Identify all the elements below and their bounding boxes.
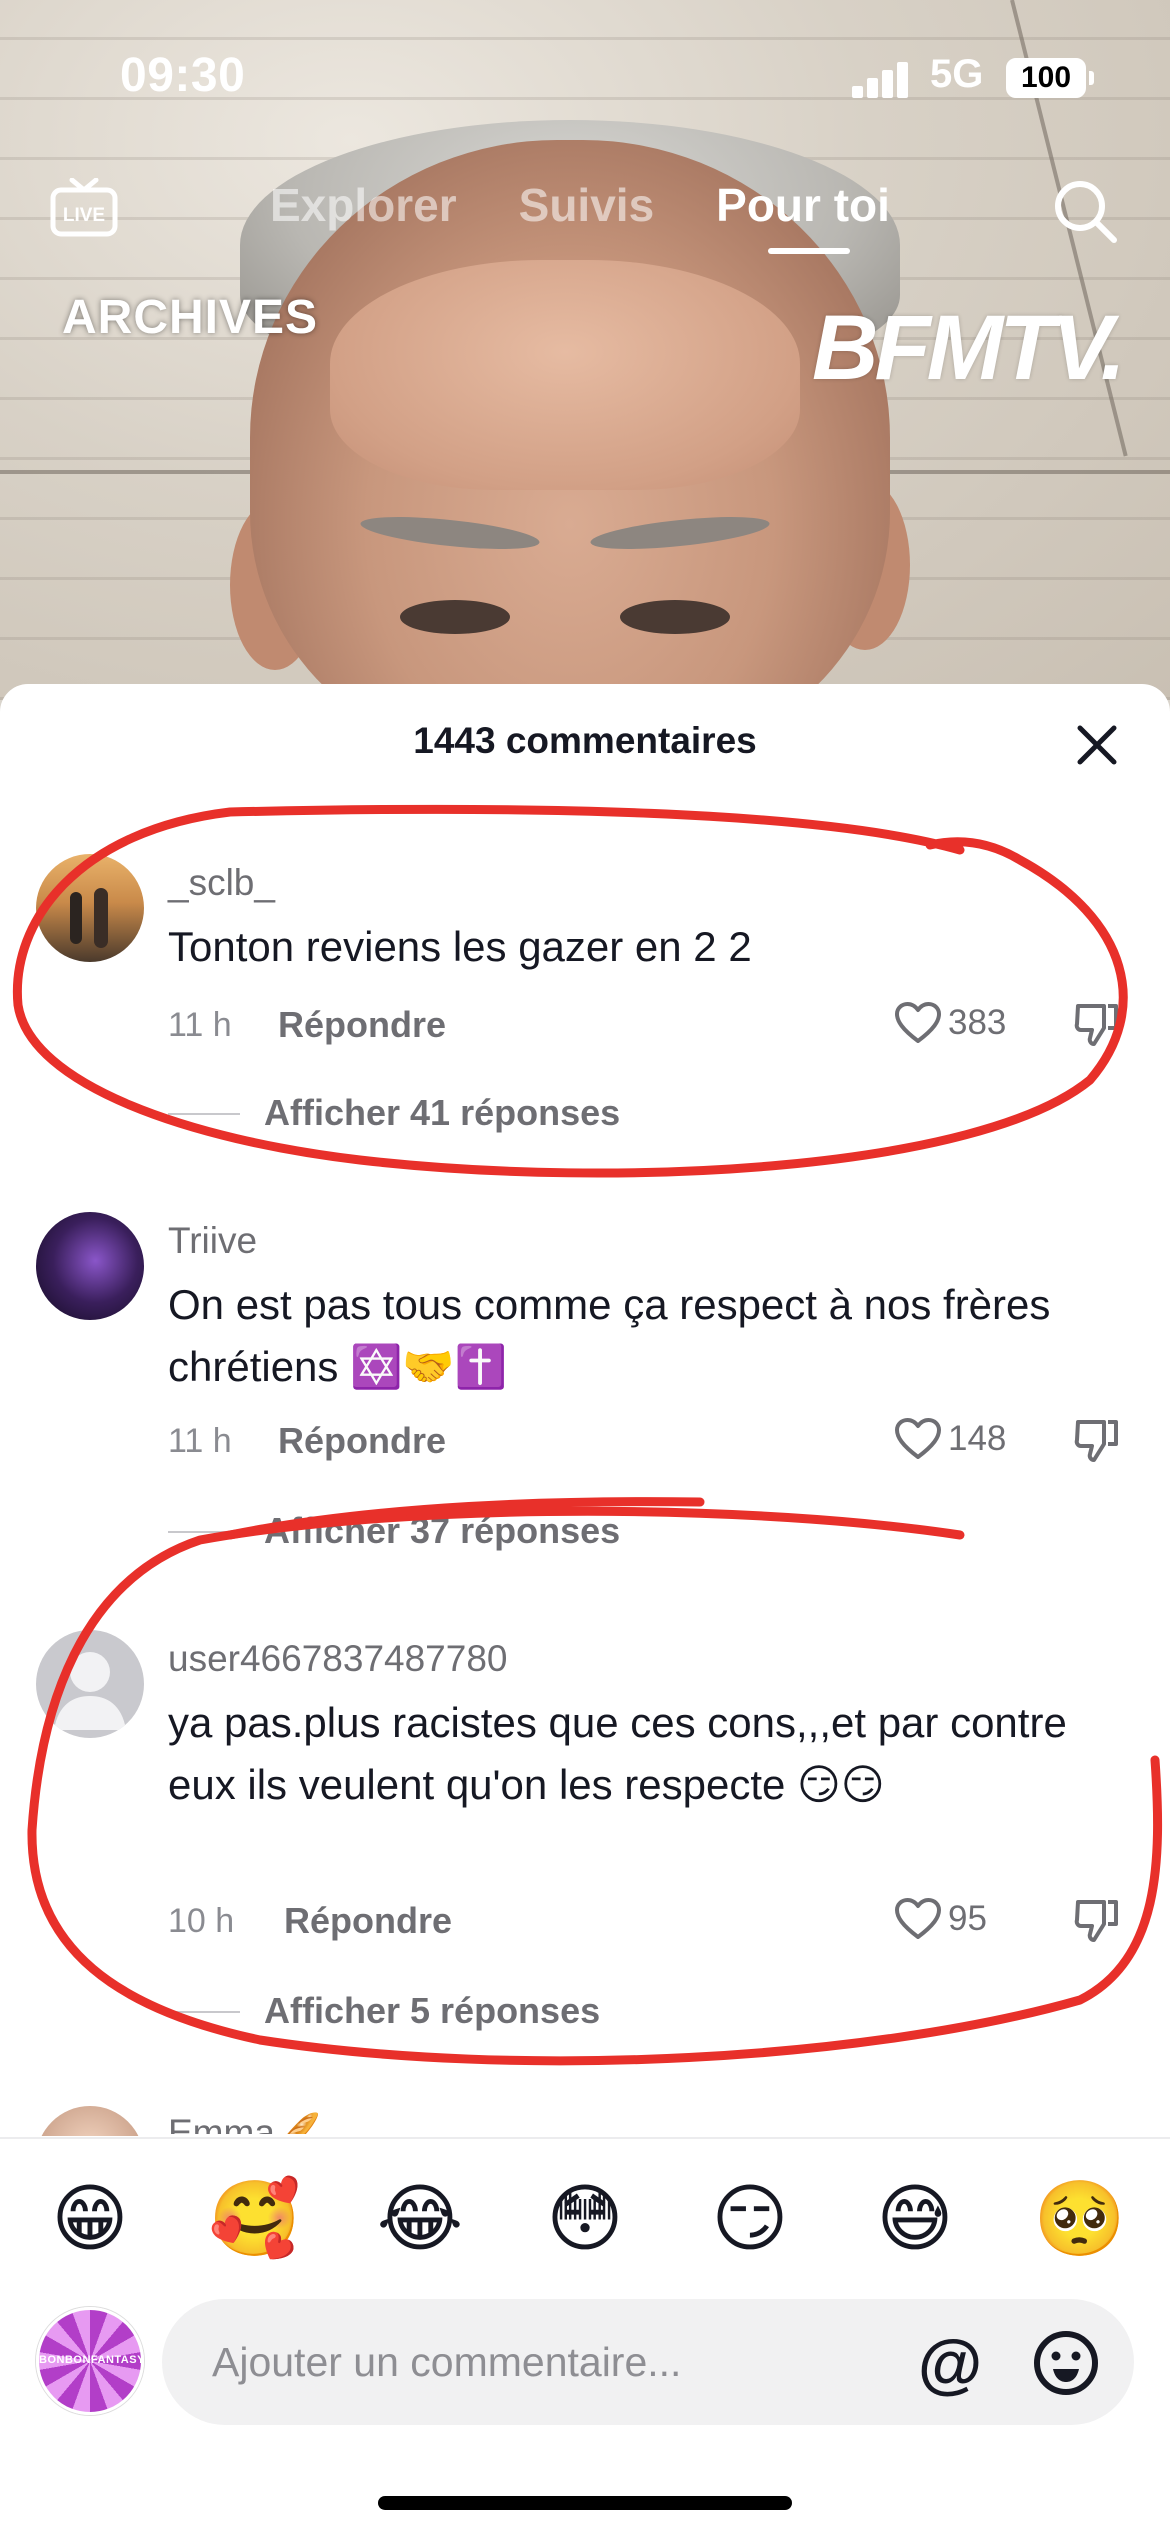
view-replies-button[interactable]: Afficher 41 réponses bbox=[168, 1092, 620, 1134]
face-eye bbox=[620, 600, 730, 634]
quick-emoji-button[interactable]: 😳 bbox=[535, 2169, 635, 2269]
avatar[interactable] bbox=[36, 854, 144, 962]
dislike-icon[interactable] bbox=[1072, 1896, 1120, 1944]
like-count: 148 bbox=[948, 1419, 1007, 1458]
quick-emoji-button[interactable]: 🥰 bbox=[205, 2169, 305, 2269]
quick-emoji-button[interactable]: 😏 bbox=[700, 2169, 800, 2269]
comment-username[interactable]: Emma🥖 bbox=[168, 2112, 321, 2134]
quick-emoji-bar: 😁 🥰 😂 😳 😏 😅 🥺 bbox=[40, 2169, 1130, 2269]
comment-time: 11 h bbox=[168, 1422, 232, 1460]
default-user-icon bbox=[54, 1652, 126, 1730]
channel-logo: BFMTV. bbox=[812, 297, 1126, 399]
like-button[interactable]: 95 bbox=[894, 1894, 987, 1944]
network-type: 5G bbox=[930, 52, 984, 96]
view-replies-label: Afficher 41 réponses bbox=[264, 1092, 621, 1133]
reply-button[interactable]: Répondre bbox=[278, 1420, 446, 1462]
quick-emoji-button[interactable]: 😂 bbox=[370, 2169, 470, 2269]
like-button[interactable]: 383 bbox=[894, 998, 1006, 1048]
quick-emoji-button[interactable]: 😅 bbox=[865, 2169, 965, 2269]
comment-username[interactable]: _sclb_ bbox=[168, 862, 275, 904]
reply-button[interactable]: Répondre bbox=[278, 1004, 446, 1046]
view-replies-label: Afficher 37 réponses bbox=[264, 1510, 621, 1551]
heart-icon bbox=[895, 1898, 941, 1939]
tab-for-you[interactable]: Pour toi bbox=[716, 178, 890, 254]
like-count: 383 bbox=[948, 1003, 1007, 1042]
comment-input[interactable] bbox=[212, 2299, 892, 2425]
feed-tabs: Explorer Suivis Pour toi bbox=[270, 178, 890, 254]
heart-icon bbox=[895, 1418, 941, 1459]
mention-button[interactable]: @ bbox=[914, 2327, 986, 2399]
battery-tip bbox=[1089, 71, 1094, 85]
comment-text: Tonton reviens les gazer en 2 2 bbox=[168, 923, 752, 970]
dislike-icon[interactable] bbox=[1072, 1000, 1120, 1048]
close-icon[interactable] bbox=[1072, 720, 1122, 770]
comment-text: ya pas.plus racistes que ces cons,,,et p… bbox=[168, 1699, 1067, 1808]
avatar[interactable] bbox=[36, 2106, 144, 2136]
face-eye bbox=[400, 600, 510, 634]
live-tv-icon[interactable]: LIVE bbox=[50, 177, 118, 238]
comment-time: 11 h bbox=[168, 1006, 232, 1044]
heart-icon bbox=[895, 1002, 941, 1043]
status-time: 09:30 bbox=[120, 49, 246, 102]
comment-text: On est pas tous comme ça respect à nos f… bbox=[168, 1281, 1051, 1390]
comment-username[interactable]: Triive bbox=[168, 1220, 257, 1262]
avatar[interactable] bbox=[36, 1630, 144, 1738]
comment-composer: 😁 🥰 😂 😳 😏 😅 🥺 BONBONFANTASY @ bbox=[0, 2137, 1170, 2532]
my-avatar[interactable]: BONBONFANTASY bbox=[36, 2307, 144, 2415]
quick-emoji-button[interactable]: 😁 bbox=[40, 2169, 140, 2269]
view-replies-label: Afficher 5 réponses bbox=[264, 1990, 601, 2031]
comment-username[interactable]: user4667837487780 bbox=[168, 1638, 508, 1680]
search-icon[interactable] bbox=[1052, 178, 1118, 244]
emoji-picker-icon[interactable] bbox=[1032, 2329, 1100, 2397]
like-count: 95 bbox=[948, 1899, 987, 1938]
view-replies-button[interactable]: Afficher 37 réponses bbox=[168, 1510, 620, 1552]
view-replies-button[interactable]: Afficher 5 réponses bbox=[168, 1990, 600, 2032]
my-avatar-label: BONBONFANTASY bbox=[39, 2354, 145, 2366]
cellular-signal-icon bbox=[852, 60, 912, 98]
comment-time: 10 h bbox=[168, 1902, 235, 1940]
like-button[interactable]: 148 bbox=[894, 1414, 1006, 1464]
face-forehead bbox=[330, 260, 800, 490]
quick-emoji-button[interactable]: 🥺 bbox=[1030, 2169, 1130, 2269]
live-icon-label: LIVE bbox=[63, 205, 105, 226]
comments-count-title: 1443 commentaires bbox=[413, 720, 757, 761]
home-indicator[interactable] bbox=[378, 2496, 792, 2510]
status-bar: 09:30 5G 100 bbox=[0, 0, 1170, 150]
dislike-icon[interactable] bbox=[1072, 1416, 1120, 1464]
video-overlay-archives: ARCHIVES bbox=[62, 291, 319, 344]
comment-input-container[interactable]: @ bbox=[162, 2299, 1134, 2425]
tab-following[interactable]: Suivis bbox=[519, 178, 655, 248]
reply-button[interactable]: Répondre bbox=[284, 1900, 452, 1942]
battery-icon: 100 bbox=[1006, 58, 1086, 98]
tab-explorer[interactable]: Explorer bbox=[270, 178, 457, 248]
avatar[interactable] bbox=[36, 1212, 144, 1320]
